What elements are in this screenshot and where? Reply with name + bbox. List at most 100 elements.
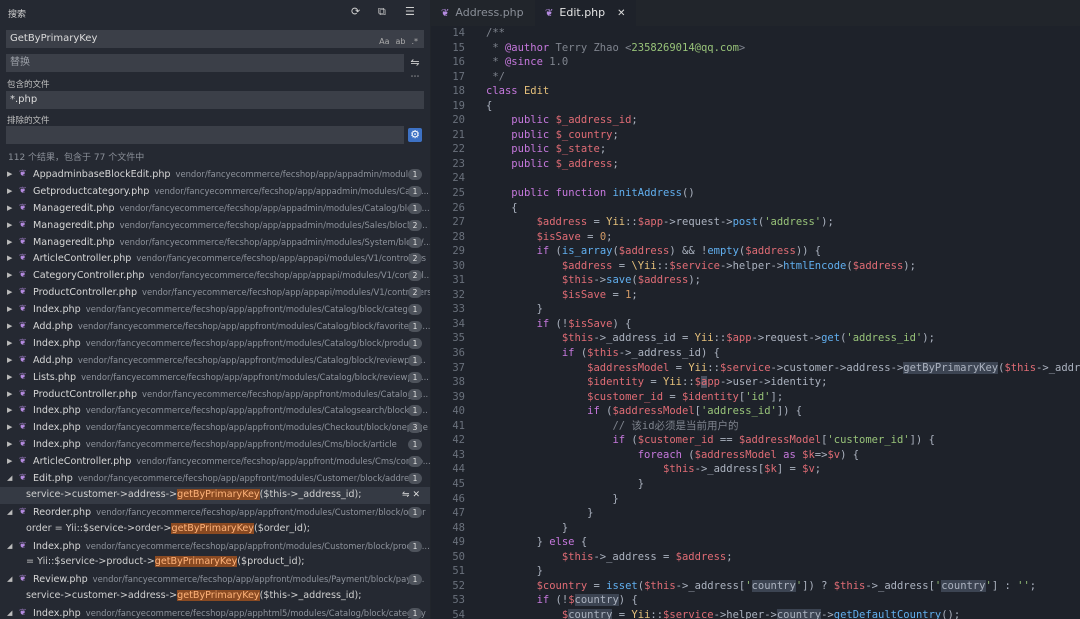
result-file-row[interactable]: ▶ ❦ Add.php vendor/fancyecommerce/fecshop/a…: [0, 318, 430, 335]
code-line[interactable]: 16 * @since 1.0: [431, 55, 1080, 70]
result-file-row[interactable]: ▶ ❦ Index.php vendor/fancyecommerce/fecshop…: [0, 301, 430, 318]
chevron-down-icon[interactable]: ◢: [7, 470, 12, 487]
match-word-icon[interactable]: ab: [395, 33, 405, 51]
code-line[interactable]: 47 }: [431, 506, 1080, 521]
exclude-input[interactable]: [6, 126, 404, 144]
tab-edit-php[interactable]: ❦ Edit.php ✕: [535, 0, 636, 26]
collapse-all-icon[interactable]: ⧉: [378, 6, 389, 17]
result-file-row[interactable]: ▶ ❦ Index.php vendor/fancyecommerce/fecshop…: [0, 335, 430, 352]
chevron-right-icon[interactable]: ▶: [7, 335, 12, 352]
code-line[interactable]: 17 */: [431, 70, 1080, 85]
result-file-row[interactable]: ◢ ❦ Reorder.php vendor/fancyecommerce/fecsh…: [0, 504, 430, 521]
chevron-right-icon[interactable]: ▶: [7, 301, 12, 318]
code-line[interactable]: 38 $identity = Yii::$app->user->identity…: [431, 375, 1080, 390]
code-line[interactable]: 32 $isSave = 1;: [431, 288, 1080, 303]
code-line[interactable]: 19 {: [431, 99, 1080, 114]
chevron-right-icon[interactable]: ▶: [7, 284, 12, 301]
result-file-row[interactable]: ▶ ❦ CategoryController.php vendor/fancyecom…: [0, 267, 430, 284]
code-line[interactable]: 50 $this->_address = $address;: [431, 550, 1080, 565]
code-line[interactable]: 21 public $_country;: [431, 128, 1080, 143]
code-line[interactable]: 40 if ($addressModel['address_id']) {: [431, 404, 1080, 419]
code-line[interactable]: 48 }: [431, 521, 1080, 536]
result-file-row[interactable]: ◢ ❦ Review.php vendor/fancyecommerce/fecsho…: [0, 571, 430, 588]
result-file-row[interactable]: ▶ ❦ ProductController.php vendor/fancyecomm…: [0, 284, 430, 301]
chevron-right-icon[interactable]: ▶: [7, 318, 12, 335]
result-file-row[interactable]: ▶ ❦ ProductController.php vendor/fancyecomm…: [0, 386, 430, 403]
chevron-down-icon[interactable]: ◢: [7, 605, 12, 619]
code-line[interactable]: 34 if (!$isSave) {: [431, 317, 1080, 332]
code-line[interactable]: 31 $this->save($address);: [431, 273, 1080, 288]
chevron-right-icon[interactable]: ▶: [7, 267, 12, 284]
chevron-right-icon[interactable]: ▶: [7, 386, 12, 403]
code-line[interactable]: 51 }: [431, 564, 1080, 579]
result-file-row[interactable]: ▶ ❦ Index.php vendor/fancyecommerce/fecshop…: [0, 419, 430, 436]
chevron-right-icon[interactable]: ▶: [7, 402, 12, 419]
result-file-row[interactable]: ▶ ❦ Manageredit.php vendor/fancyecommerce/f…: [0, 234, 430, 251]
match-case-icon[interactable]: Aa: [379, 33, 389, 51]
chevron-right-icon[interactable]: ▶: [7, 369, 12, 386]
result-file-row[interactable]: ▶ ❦ Manageredit.php vendor/fancyecommerce/f…: [0, 217, 430, 234]
code-line[interactable]: 28 $isSave = 0;: [431, 230, 1080, 245]
result-match-row[interactable]: service->customer->address->getByPrimary…: [0, 588, 430, 605]
code-line[interactable]: 44 $this->_address[$k] = $v;: [431, 462, 1080, 477]
result-file-row[interactable]: ▶ ❦ Manageredit.php vendor/fancyecommerce/f…: [0, 200, 430, 217]
chevron-right-icon[interactable]: ▶: [7, 453, 12, 470]
regex-icon[interactable]: .*: [411, 33, 418, 51]
result-file-row[interactable]: ▶ ❦ Lists.php vendor/fancyecommerce/fecshop…: [0, 369, 430, 386]
chevron-down-icon[interactable]: ◢: [7, 571, 12, 588]
close-icon[interactable]: ✕: [617, 8, 625, 19]
chevron-down-icon[interactable]: ◢: [7, 538, 12, 555]
code-line[interactable]: 26 {: [431, 201, 1080, 216]
code-line[interactable]: 25 public function initAddress(): [431, 186, 1080, 201]
code-line[interactable]: 18 class Edit: [431, 84, 1080, 99]
code-line[interactable]: 53 if (!$country) {: [431, 593, 1080, 608]
code-line[interactable]: 52 $country = isset($this->_address['cou…: [431, 579, 1080, 594]
code-line[interactable]: 36 if ($this->_address_id) {: [431, 346, 1080, 361]
result-file-row[interactable]: ▶ ❦ ArticleController.php vendor/fancyecomm…: [0, 250, 430, 267]
dismiss-icon[interactable]: ✕: [412, 490, 420, 500]
code-line[interactable]: 54 $country = Yii::$service->helper->cou…: [431, 608, 1080, 619]
chevron-right-icon[interactable]: ▶: [7, 234, 12, 251]
code-line[interactable]: 14 /**: [431, 26, 1080, 41]
replace-input[interactable]: 替换: [6, 54, 404, 72]
chevron-right-icon[interactable]: ▶: [7, 217, 12, 234]
code-line[interactable]: 15 * @author Terry Zhao <2358269014@qq.c…: [431, 41, 1080, 56]
chevron-right-icon[interactable]: ▶: [7, 166, 12, 183]
code-line[interactable]: 33 }: [431, 302, 1080, 317]
code-line[interactable]: 37 $addressModel = Yii::$service->custom…: [431, 361, 1080, 376]
result-file-row[interactable]: ◢ ❦ Index.php vendor/fancyecommerce/fecshop…: [0, 538, 430, 555]
code-line[interactable]: 41 // 该id必须是当前用户的: [431, 419, 1080, 434]
tab-address-php[interactable]: ❦ Address.php: [441, 0, 524, 26]
chevron-right-icon[interactable]: ▶: [7, 250, 12, 267]
result-file-row[interactable]: ◢ ❦ Index.php vendor/fancyecommerce/fecshop…: [0, 605, 430, 619]
result-file-row[interactable]: ▶ ❦ Add.php vendor/fancyecommerce/fecshop/a…: [0, 352, 430, 369]
code-line[interactable]: 39 $customer_id = $identity['id'];: [431, 390, 1080, 405]
result-file-row[interactable]: ▶ ❦ Index.php vendor/fancyecommerce/fecshop…: [0, 402, 430, 419]
result-file-row[interactable]: ▶ ❦ ArticleController.php vendor/fancyecomm…: [0, 453, 430, 470]
search-input[interactable]: GetByPrimaryKey Aa ab .*: [6, 30, 424, 48]
refresh-icon[interactable]: ⟳: [351, 6, 362, 17]
code-line[interactable]: 45 }: [431, 477, 1080, 492]
chevron-right-icon[interactable]: ▶: [7, 436, 12, 453]
view-as-tree-icon[interactable]: ☰: [405, 6, 416, 17]
result-file-row[interactable]: ◢ ❦ Edit.php vendor/fancyecommerce/fecshop/…: [0, 470, 430, 487]
chevron-right-icon[interactable]: ▶: [7, 419, 12, 436]
chevron-right-icon[interactable]: ▶: [7, 183, 12, 200]
code-line[interactable]: 29 if (is_array($address) && !empty($add…: [431, 244, 1080, 259]
chevron-right-icon[interactable]: ▶: [7, 352, 12, 369]
code-line[interactable]: 42 if ($customer_id == $addressModel['cu…: [431, 433, 1080, 448]
replace-icon[interactable]: ⇋: [402, 490, 410, 500]
chevron-down-icon[interactable]: ◢: [7, 504, 12, 521]
code-line[interactable]: 20 public $_address_id;: [431, 113, 1080, 128]
code-line[interactable]: 22 public $_state;: [431, 142, 1080, 157]
code-line[interactable]: 43 foreach ($addressModel as $k=>$v) {: [431, 448, 1080, 463]
result-match-row[interactable]: service->customer->address->getByPrimary…: [0, 486, 430, 504]
replace-all-icon[interactable]: ⇋: [408, 56, 422, 70]
code-line[interactable]: 23 public $_address;: [431, 157, 1080, 172]
code-line[interactable]: 46 }: [431, 492, 1080, 507]
result-match-row[interactable]: order = Yii::$service->order->getByPrima…: [0, 521, 430, 538]
more-options-icon[interactable]: ⋯: [408, 70, 422, 84]
result-file-row[interactable]: ▶ ❦ Index.php vendor/fancyecommerce/fecshop…: [0, 436, 430, 453]
code-line[interactable]: 49 } else {: [431, 535, 1080, 550]
code-line[interactable]: 35 $this->_address_id = Yii::$app->reque…: [431, 331, 1080, 346]
